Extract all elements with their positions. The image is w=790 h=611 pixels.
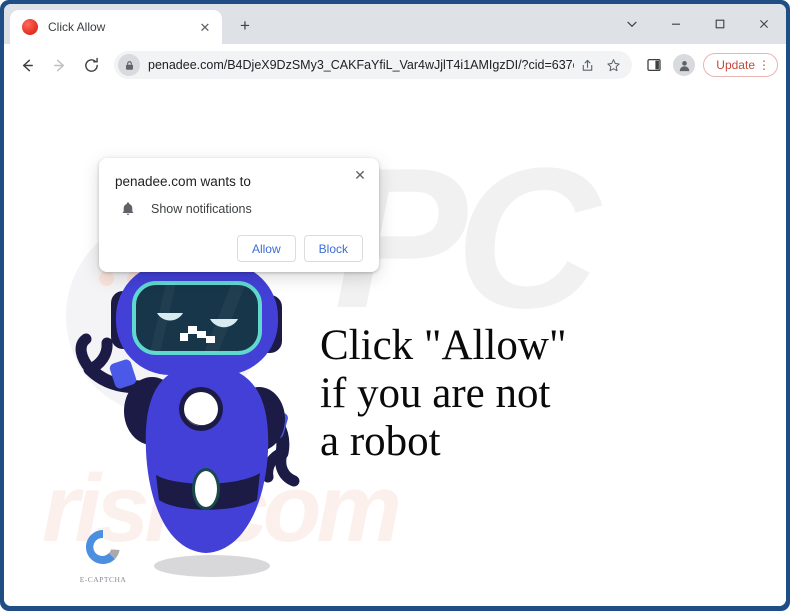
dialog-close-icon[interactable]: ✕ xyxy=(349,164,371,186)
allow-button[interactable]: Allow xyxy=(236,235,296,262)
page-title: Click "Allow" if you are not a robot xyxy=(320,322,567,465)
back-arrow-icon[interactable] xyxy=(12,50,42,80)
tab-close-icon[interactable]: ✕ xyxy=(196,18,214,36)
reload-icon[interactable] xyxy=(76,50,106,80)
block-button[interactable]: Block xyxy=(303,235,363,262)
forward-arrow-icon[interactable] xyxy=(44,50,74,80)
side-panel-icon[interactable] xyxy=(639,50,669,80)
share-icon[interactable] xyxy=(574,52,600,78)
minimize-icon[interactable] xyxy=(654,8,698,40)
bell-icon xyxy=(119,201,137,217)
maximize-icon[interactable] xyxy=(698,8,742,40)
tab-strip: Click Allow ✕ + xyxy=(4,4,786,44)
close-icon[interactable] xyxy=(742,8,786,40)
browser-window: Click Allow ✕ + penadee.com/B4DjeX9DzSMy… xyxy=(0,0,790,611)
update-button[interactable]: Update ⋮ xyxy=(703,53,778,77)
tab-click-allow[interactable]: Click Allow ✕ xyxy=(10,10,222,44)
lock-icon[interactable] xyxy=(118,54,140,76)
chrome-menu-icon[interactable]: ⋮ xyxy=(755,59,773,71)
browser-window-inner: Click Allow ✕ + penadee.com/B4DjeX9DzSMy… xyxy=(4,4,786,606)
dialog-title: penadee.com wants to xyxy=(115,174,251,189)
browser-toolbar: penadee.com/B4DjeX9DzSMy3_CAKFaYfiL_Var4… xyxy=(4,44,786,86)
tab-search-chevron-down-icon[interactable] xyxy=(610,8,654,40)
update-button-label: Update xyxy=(716,58,755,72)
star-icon[interactable] xyxy=(600,52,626,78)
page-content: PC risk.com xyxy=(4,86,786,606)
dialog-actions: Allow Block xyxy=(115,235,363,262)
notification-permission-dialog: ✕ penadee.com wants to Show notification… xyxy=(99,158,379,272)
tab-title: Click Allow xyxy=(48,20,106,34)
captcha-c-icon xyxy=(85,529,120,564)
address-bar[interactable]: penadee.com/B4DjeX9DzSMy3_CAKFaYfiL_Var4… xyxy=(114,51,633,79)
new-tab-button[interactable]: + xyxy=(232,12,258,38)
favicon-icon xyxy=(22,19,38,35)
permission-label: Show notifications xyxy=(151,202,252,216)
url-text: penadee.com/B4DjeX9DzSMy3_CAKFaYfiL_Var4… xyxy=(148,58,574,72)
permission-row: Show notifications xyxy=(115,201,363,217)
profile-avatar-icon[interactable] xyxy=(673,54,696,76)
window-caption-buttons xyxy=(610,4,786,44)
e-captcha-logo: E-CAPTCHA xyxy=(70,526,136,584)
e-captcha-label: E-CAPTCHA xyxy=(79,575,127,584)
